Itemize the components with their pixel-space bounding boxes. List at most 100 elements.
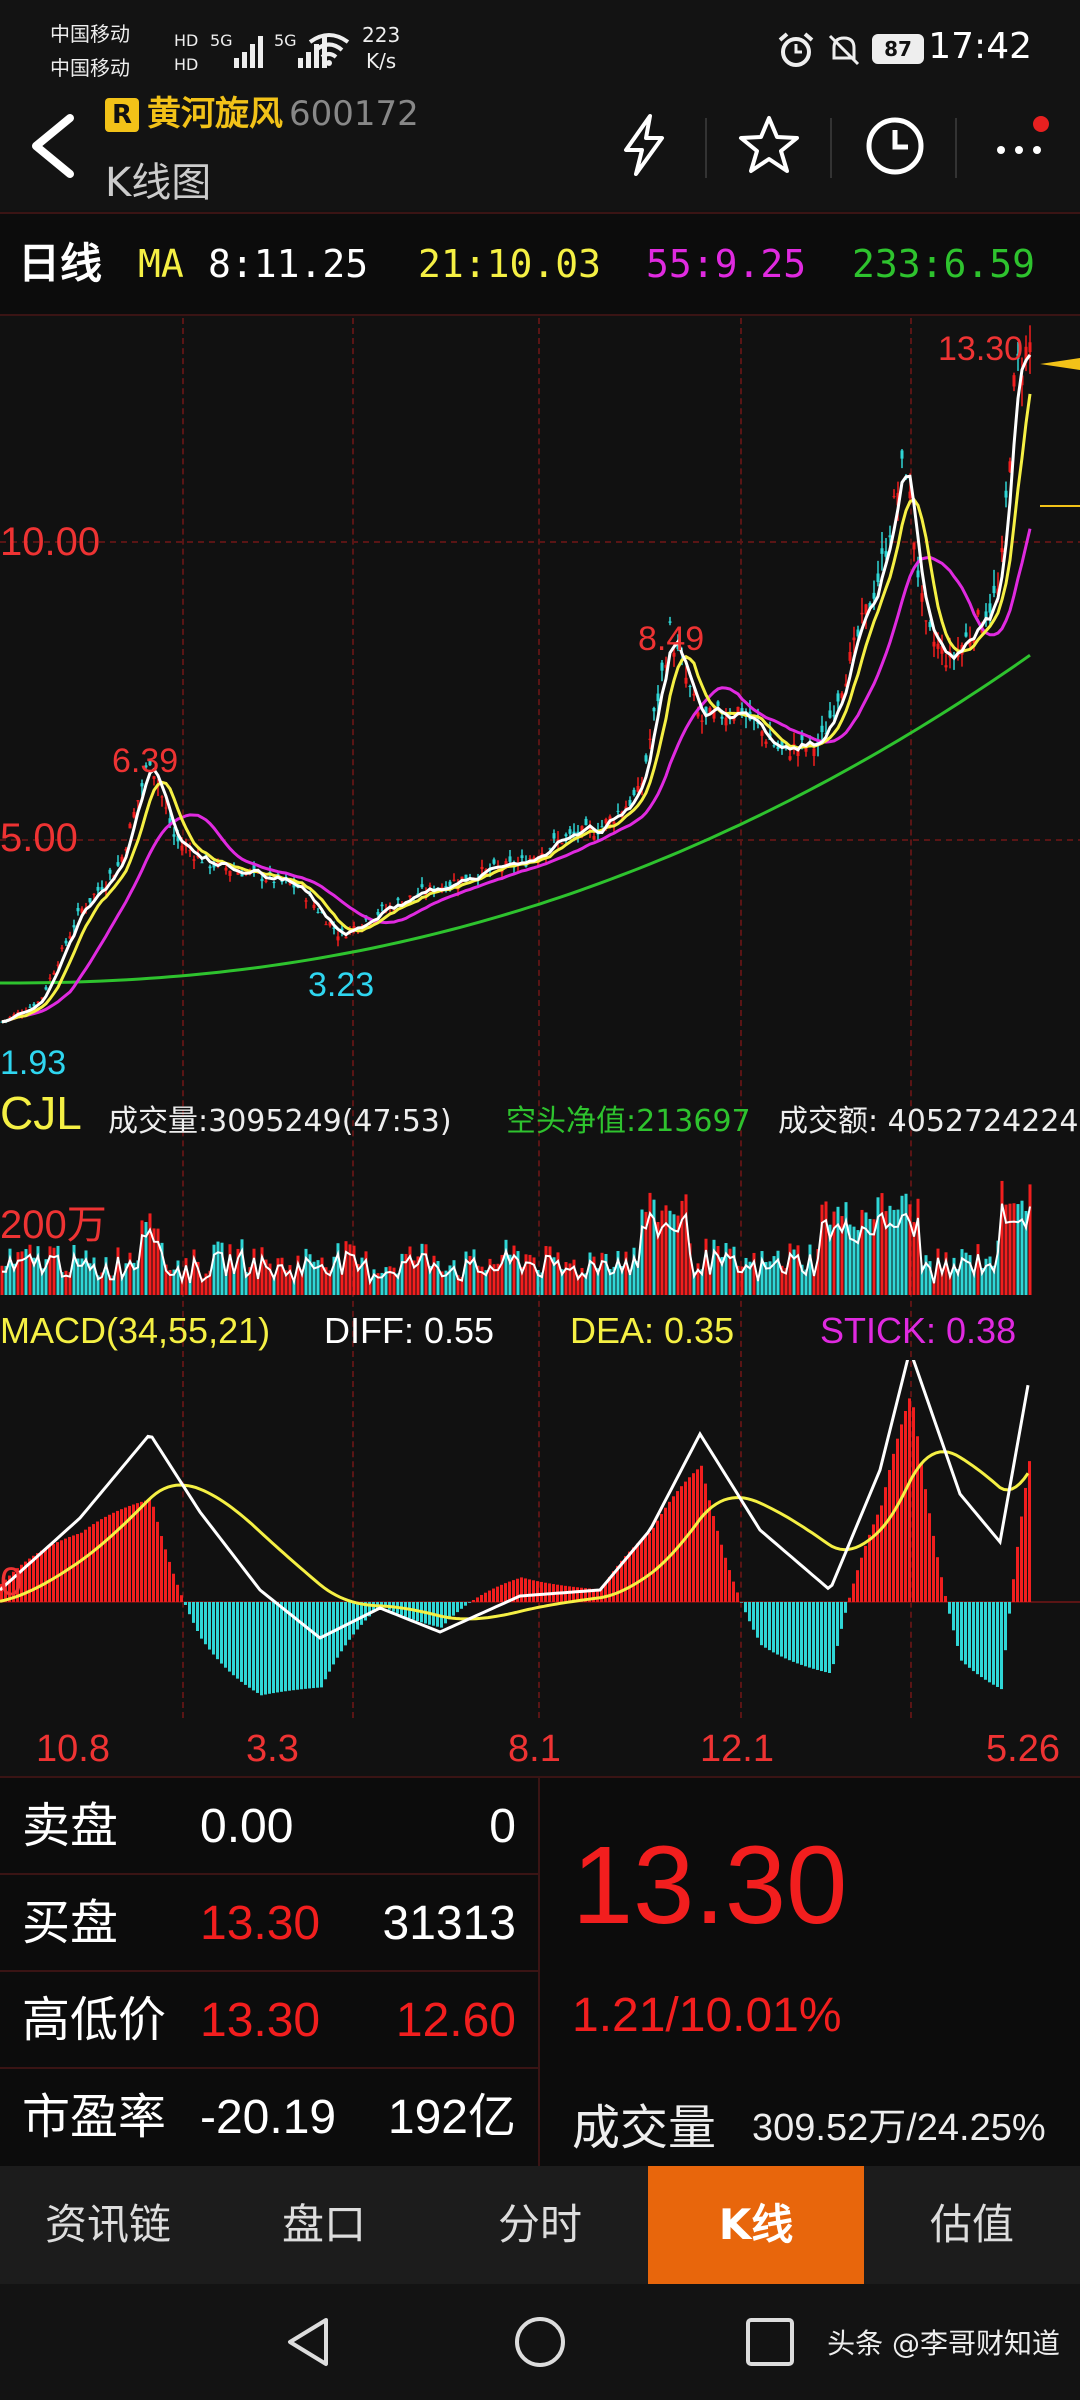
- tab-order-book[interactable]: 盘口: [216, 2166, 432, 2284]
- macd-stick: [876, 1514, 879, 1602]
- macd-stick: [176, 1584, 179, 1602]
- macd-stick: [504, 1583, 507, 1602]
- candle-body: [172, 834, 176, 837]
- notification-dot: [1033, 116, 1049, 132]
- macd-stick: [976, 1602, 979, 1675]
- macd-stick: [856, 1570, 859, 1602]
- macd-stick: [972, 1602, 975, 1672]
- volume-bar: [116, 1247, 120, 1295]
- volume-bar: [148, 1213, 152, 1295]
- candle-body: [1004, 490, 1008, 498]
- candle-body: [76, 907, 80, 912]
- volume-bar: [976, 1244, 980, 1295]
- svg-text:HD: HD: [174, 31, 198, 50]
- macd-stick: [968, 1602, 971, 1668]
- volume-bar: [276, 1258, 280, 1295]
- volume-bar: [352, 1245, 356, 1295]
- volume-bar: [724, 1243, 728, 1295]
- macd-stick: [304, 1602, 307, 1689]
- tab-news-chain[interactable]: 资讯链: [0, 2166, 216, 2284]
- macd-stick: [444, 1602, 447, 1624]
- volume-bar: [240, 1239, 244, 1295]
- macd-stick: [964, 1602, 967, 1665]
- macd-stick: [260, 1602, 263, 1696]
- macd-stick: [704, 1483, 707, 1602]
- sell-row: 卖盘 0.00 0: [0, 1778, 538, 1875]
- candle-body: [644, 755, 648, 762]
- flash-icon[interactable]: [610, 110, 680, 180]
- macd-stick: [192, 1602, 195, 1623]
- star-icon[interactable]: [734, 110, 804, 180]
- volume-bar: [556, 1252, 560, 1295]
- macd-stick: [780, 1602, 783, 1657]
- macd-stick: [664, 1507, 667, 1602]
- macd-stick: [84, 1529, 87, 1602]
- candle-body: [28, 1006, 32, 1008]
- macd-stick: [1024, 1487, 1027, 1602]
- macd-stick: [36, 1553, 39, 1602]
- ma8-value: 8:11.25: [208, 242, 369, 286]
- volume-value: 成交量:3095249(47:53): [108, 1104, 452, 1139]
- macd-stick: [688, 1477, 691, 1602]
- candle-body: [260, 878, 264, 882]
- macd-stick: [268, 1602, 271, 1694]
- more-icon[interactable]: [985, 110, 1055, 180]
- tab-intraday[interactable]: 分时: [432, 2166, 648, 2284]
- volume-bar: [24, 1249, 28, 1295]
- candle-body: [1000, 548, 1004, 553]
- macd-stick: [212, 1602, 215, 1655]
- macd-stick: [692, 1473, 695, 1602]
- last-price: 13.30: [572, 1824, 848, 1947]
- volume-bar: [452, 1260, 456, 1295]
- candle-body: [160, 796, 164, 798]
- volume-bar: [316, 1260, 320, 1295]
- volume-bar: [228, 1244, 232, 1295]
- candle-body: [652, 707, 656, 712]
- macd-label[interactable]: MACD(34,55,21): [0, 1310, 270, 1352]
- volume-bar: [320, 1257, 324, 1295]
- tab-valuation[interactable]: 估值: [864, 2166, 1080, 2284]
- volume-bar: [364, 1251, 368, 1295]
- back-icon[interactable]: [22, 110, 82, 180]
- volume-bar: [808, 1244, 812, 1295]
- macd-stick: [860, 1557, 863, 1602]
- tab-kline[interactable]: K线: [648, 2166, 864, 2284]
- date-tick: 5.26: [986, 1728, 1060, 1770]
- macd-stick: [324, 1602, 327, 1680]
- net-value: 空头净值:213697: [506, 1104, 751, 1139]
- candle-body: [52, 972, 56, 975]
- period-label[interactable]: 日线: [18, 214, 102, 314]
- macd-stick: [140, 1501, 143, 1602]
- stock-code: 600172: [289, 94, 419, 134]
- candle-body: [660, 662, 664, 671]
- macd-stick: [912, 1407, 915, 1602]
- date-axis: 10.8 3.3 8.1 12.1 5.26: [0, 1722, 1080, 1780]
- candle-body: [724, 717, 728, 726]
- nav-back-icon[interactable]: [282, 2314, 336, 2370]
- macd-zero-label: 0: [0, 1560, 23, 1604]
- volume-bar: [712, 1239, 716, 1295]
- macd-stick: [864, 1545, 867, 1602]
- nav-recents-icon[interactable]: [742, 2314, 798, 2370]
- candle-body: [772, 745, 776, 747]
- macd-stick: [156, 1521, 159, 1602]
- volume-bar: [984, 1258, 988, 1295]
- candle-body: [1028, 342, 1032, 353]
- diff-value: DIFF: 0.55: [324, 1310, 495, 1351]
- volume-bar: [600, 1252, 604, 1295]
- clock-icon[interactable]: [860, 110, 930, 180]
- carrier-1: 中国移动: [50, 22, 130, 46]
- volume-bar: [420, 1243, 424, 1295]
- volume-bar: [704, 1238, 708, 1295]
- macd-stick: [640, 1539, 643, 1602]
- volume-bar: [664, 1205, 668, 1295]
- speed-unit: K/s: [365, 49, 397, 73]
- macd-stick: [300, 1602, 303, 1690]
- macd-stick: [816, 1602, 819, 1670]
- macd-stick: [932, 1535, 935, 1602]
- candle-body: [136, 800, 140, 802]
- amount-value: 成交额: 4052724224: [778, 1104, 1079, 1139]
- nav-home-icon[interactable]: [512, 2314, 568, 2370]
- cjl-label[interactable]: CJL: [0, 1086, 82, 1140]
- macd-stick: [232, 1602, 235, 1676]
